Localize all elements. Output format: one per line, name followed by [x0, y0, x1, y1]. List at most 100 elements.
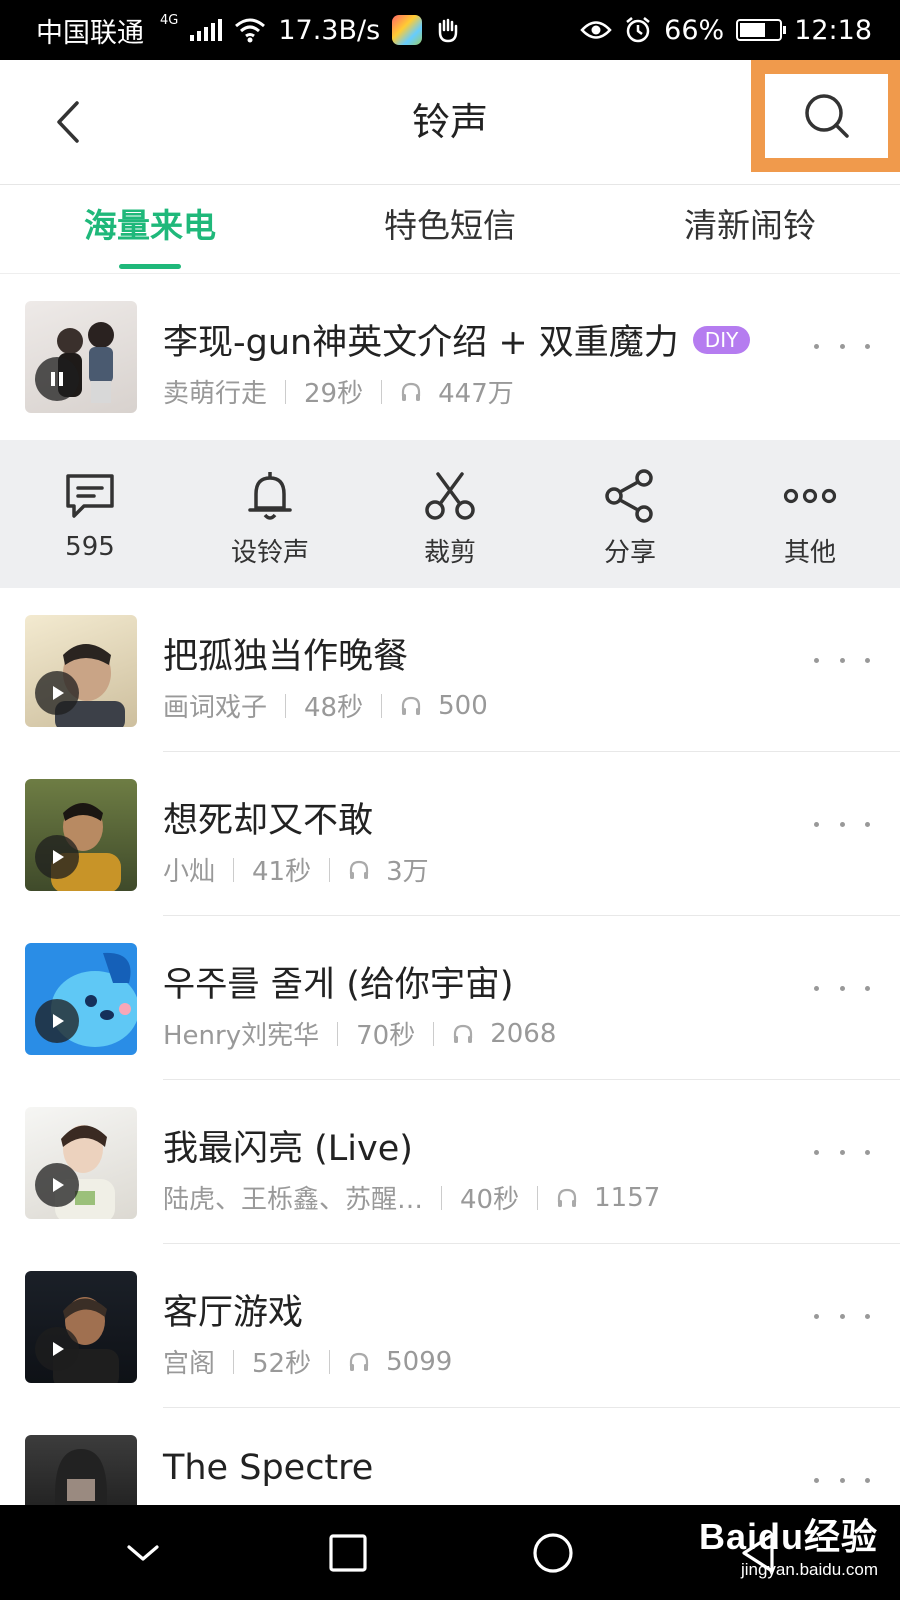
song-title-row: 想死却又不敢 — [163, 792, 373, 843]
list-item[interactable]: 想死却又不敢 小灿 41秒 3万 — [0, 752, 900, 916]
back-button[interactable] — [40, 90, 96, 154]
more-horizontal-icon — [783, 488, 837, 504]
more-options-button[interactable] — [814, 804, 870, 844]
play-button[interactable] — [35, 1163, 79, 1207]
song-meta: 小灿 41秒 3万 — [163, 851, 429, 888]
song-duration: 70秒 — [356, 1021, 416, 1051]
pause-icon — [51, 372, 63, 386]
list-item[interactable]: 李现-gun神英文介绍 + 双重魔力 DIY 卖萌行走 29秒 447万 — [0, 274, 900, 438]
play-button[interactable] — [35, 671, 79, 715]
song-meta: 陆虎、王栎鑫、苏醒… 40秒 1157 — [163, 1179, 660, 1216]
cover-image — [51, 803, 121, 891]
tab-alarm[interactable]: 清新闹铃 — [600, 186, 900, 273]
bell-icon — [248, 472, 292, 520]
meta-divider — [537, 1185, 539, 1210]
song-title-row: 客厅游戏 — [163, 1284, 303, 1335]
song-duration: 41秒 — [252, 857, 312, 887]
song-artist: 卖萌行走 — [163, 379, 268, 409]
song-plays: 1157 — [594, 1182, 661, 1213]
network-type-label: 4G — [160, 12, 179, 28]
comment-icon — [66, 474, 114, 518]
other-label: 其他 — [783, 538, 836, 568]
hide-nav-button[interactable] — [98, 1513, 188, 1593]
share-button[interactable]: 分享 — [540, 440, 720, 588]
more-options-button[interactable] — [814, 968, 870, 1008]
category-tabs: 海量来电 特色短信 清新闹铃 — [0, 186, 900, 274]
list-item[interactable]: 客厅游戏 宫阁 52秒 5099 — [0, 1244, 900, 1408]
trim-label: 裁剪 — [423, 538, 476, 568]
meta-divider — [381, 693, 383, 718]
meta-divider — [381, 379, 383, 404]
trim-button[interactable]: 裁剪 — [360, 440, 540, 588]
wifi-icon — [235, 18, 266, 43]
more-options-button[interactable] — [814, 1296, 870, 1336]
battery-icon — [736, 19, 787, 41]
song-title: 우주를 줄게 (给你宇宙) — [163, 965, 514, 1005]
list-item[interactable]: 우주를 줄게 (给你宇宙) Henry刘宪华 70秒 2068 — [0, 916, 900, 1080]
song-plays: 447万 — [438, 379, 514, 409]
song-title: The Spectre — [163, 1448, 374, 1488]
nav-back-icon — [741, 1532, 774, 1573]
song-title-row: 우주를 줄게 (给你宇宙) — [163, 956, 514, 1007]
song-duration: 52秒 — [252, 1349, 312, 1379]
song-cover[interactable] — [25, 1271, 137, 1383]
carrier-label: 中国联通 — [36, 17, 144, 49]
song-cover[interactable] — [25, 943, 137, 1055]
song-cover[interactable] — [25, 1107, 137, 1219]
more-options-button[interactable] — [814, 1460, 870, 1500]
song-cover[interactable] — [25, 301, 137, 413]
song-meta: 宫阁 52秒 5099 — [163, 1343, 452, 1380]
chevron-left-icon — [57, 101, 79, 143]
tab-incoming-call[interactable]: 海量来电 — [0, 186, 300, 273]
cover-image — [51, 952, 137, 1047]
set-ringtone-label: 设铃声 — [230, 538, 309, 568]
play-icon — [53, 1014, 64, 1028]
list-item[interactable]: 把孤独当作晚餐 画词戏子 48秒 500 — [0, 588, 900, 752]
song-duration: 40秒 — [460, 1185, 520, 1215]
pause-button[interactable] — [35, 357, 79, 401]
status-bar: 中国联通 4G 17.3B/s 66% 12:18 — [0, 0, 900, 60]
set-ringtone-button[interactable]: 设铃声 — [180, 440, 360, 588]
meta-divider — [329, 857, 331, 882]
play-button[interactable] — [35, 835, 79, 879]
network-speed-label: 17.3B/s — [278, 14, 381, 46]
share-label: 分享 — [603, 538, 656, 568]
meta-divider — [337, 1021, 339, 1046]
meta-divider — [329, 1349, 331, 1374]
headphones-icon — [348, 1351, 370, 1373]
recents-button[interactable] — [303, 1513, 393, 1593]
song-title-row: 李现-gun神英文介绍 + 双重魔力 DIY — [163, 314, 751, 365]
song-title: 李现-gun神英文介绍 + 双重魔力 — [163, 323, 679, 363]
nav-hide-icon — [126, 1544, 159, 1561]
search-button[interactable] — [751, 60, 900, 172]
more-options-button[interactable] — [814, 326, 870, 366]
cover-image — [55, 644, 125, 727]
play-button[interactable] — [35, 999, 79, 1043]
list-item[interactable]: 我最闪亮 (Live) 陆虎、王栎鑫、苏醒… 40秒 1157 — [0, 1080, 900, 1244]
song-title: 客厅游戏 — [163, 1293, 304, 1333]
battery-percent-label: 66% — [664, 14, 725, 46]
song-artist: 陆虎、王栎鑫、苏醒… — [163, 1185, 424, 1215]
play-button[interactable] — [35, 1327, 79, 1371]
song-artist: 画词戏子 — [163, 693, 268, 723]
more-options-button[interactable] — [814, 1132, 870, 1172]
back-nav-button[interactable] — [713, 1513, 803, 1593]
song-meta: 画词戏子 48秒 500 — [163, 687, 488, 724]
song-title-row: The Spectre — [163, 1448, 373, 1488]
more-options-button[interactable] — [814, 640, 870, 680]
time-label: 12:18 — [794, 14, 872, 46]
song-cover[interactable] — [25, 615, 137, 727]
eye-icon — [580, 21, 612, 39]
song-cover[interactable] — [25, 779, 137, 891]
song-title-row: 我最闪亮 (Live) — [163, 1120, 413, 1171]
meta-divider — [285, 379, 287, 404]
song-meta: Henry刘宪华 70秒 2068 — [163, 1015, 556, 1052]
status-bar-right: 66% 12:18 — [580, 15, 872, 46]
other-button[interactable]: 其他 — [720, 440, 900, 588]
signal-icon — [190, 19, 223, 41]
headphones-icon — [452, 1023, 474, 1045]
comment-button[interactable]: 595 — [0, 440, 180, 588]
home-button[interactable] — [508, 1513, 598, 1593]
meta-divider — [441, 1185, 443, 1210]
tab-sms[interactable]: 特色短信 — [300, 186, 600, 273]
